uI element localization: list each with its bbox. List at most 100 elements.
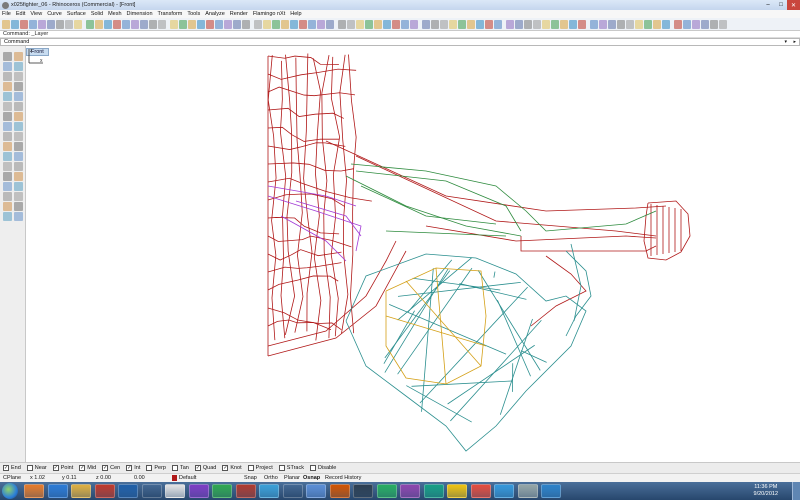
minimize-button[interactable]: – [762, 0, 774, 10]
osnap-checkbox[interactable]: ✓ [222, 465, 229, 471]
osnap-checkbox[interactable] [26, 465, 33, 471]
menu-analyze[interactable]: Analyze [205, 11, 225, 17]
taskbar-app-icon[interactable] [235, 484, 256, 498]
show-desktop-button[interactable] [792, 482, 800, 500]
osnap-point[interactable]: ✓ Point [52, 465, 73, 471]
taskbar-app-icon[interactable] [118, 484, 138, 498]
toolbar-button-icon[interactable] [599, 19, 607, 29]
toolbar-button-icon[interactable] [347, 19, 355, 29]
toolbar-button-icon[interactable] [701, 19, 709, 29]
osnap-checkbox[interactable] [146, 465, 153, 471]
osnap-checkbox[interactable]: ✓ [102, 465, 109, 471]
toolbar-button-icon[interactable] [20, 19, 28, 29]
osnap-checkbox[interactable]: ✓ [3, 465, 9, 471]
toolbar-button-icon[interactable] [215, 19, 223, 29]
taskbar-app-icon[interactable] [470, 484, 491, 498]
toolbar-button-icon[interactable] [626, 19, 634, 29]
sidebar-tool-icon[interactable] [14, 142, 23, 151]
toolbar-button-icon[interactable] [338, 19, 346, 29]
sidebar-tool-icon[interactable] [14, 112, 23, 121]
osnap-strack[interactable]: STrack [278, 465, 304, 471]
toolbar-button-icon[interactable] [578, 19, 586, 29]
taskbar-app-icon[interactable] [447, 484, 467, 498]
toolbar-button-icon[interactable] [2, 19, 10, 29]
taskbar-app-icon[interactable] [353, 484, 373, 498]
rhino-app-icon[interactable] [2, 1, 9, 9]
toolbar-button-icon[interactable] [170, 19, 178, 29]
sidebar-tool-icon[interactable] [3, 182, 12, 191]
toolbar-button-icon[interactable] [254, 19, 262, 29]
toolbar-button-icon[interactable] [95, 19, 103, 29]
menu-mesh[interactable]: Mesh [108, 11, 121, 17]
taskbar-app-icon[interactable] [329, 484, 350, 498]
toolbar-button-icon[interactable] [326, 19, 334, 29]
toolbar-button-icon[interactable] [653, 19, 661, 29]
toolbar-button-icon[interactable] [272, 19, 280, 29]
sidebar-tool-icon[interactable] [3, 152, 12, 161]
menu-file[interactable]: File [2, 11, 11, 17]
osnap-checkbox[interactable] [247, 465, 254, 471]
taskbar-app-icon[interactable] [517, 484, 538, 498]
status-ortho-toggle[interactable]: Ortho [264, 475, 278, 481]
sidebar-tool-icon[interactable] [14, 92, 23, 101]
toolbar-button-icon[interactable] [569, 19, 577, 29]
toolbar-button-icon[interactable] [440, 19, 448, 29]
toolbar-button-icon[interactable] [113, 19, 121, 29]
toolbar-button-icon[interactable] [617, 19, 625, 29]
toolbar-button-icon[interactable] [263, 19, 271, 29]
taskbar-app-icon[interactable] [188, 484, 209, 498]
toolbar-button-icon[interactable] [401, 19, 409, 29]
sidebar-tool-icon[interactable] [14, 172, 23, 181]
menu-flamingo[interactable]: Flamingo nXt [253, 11, 285, 17]
taskbar-app-icon[interactable] [212, 484, 232, 498]
sidebar-tool-icon[interactable] [14, 122, 23, 131]
menu-help[interactable]: Help [290, 11, 301, 17]
toolbar-button-icon[interactable] [590, 19, 598, 29]
menu-render[interactable]: Render [230, 11, 248, 17]
osnap-mid[interactable]: ✓ Mid [79, 465, 96, 471]
taskbar-app-icon[interactable] [400, 484, 420, 498]
toolbar-button-icon[interactable] [422, 19, 430, 29]
menu-view[interactable]: View [30, 11, 42, 17]
sidebar-tool-icon[interactable] [14, 212, 23, 221]
taskbar-app-icon[interactable] [282, 484, 303, 498]
sidebar-tool-icon[interactable] [14, 52, 23, 61]
toolbar-button-icon[interactable] [104, 19, 112, 29]
menu-dimension[interactable]: Dimension [127, 11, 153, 17]
status-osnap-toggle[interactable]: Osnap [303, 475, 320, 481]
sidebar-tool-icon[interactable] [14, 202, 23, 211]
toolbar-button-icon[interactable] [383, 19, 391, 29]
toolbar-button-icon[interactable] [710, 19, 718, 29]
osnap-cen[interactable]: ✓ Cen [102, 465, 120, 471]
sidebar-tool-icon[interactable] [14, 102, 23, 111]
taskbar-app-icon[interactable] [259, 484, 279, 498]
taskbar-app-icon[interactable] [94, 484, 115, 498]
toolbar-button-icon[interactable] [533, 19, 541, 29]
toolbar-button-icon[interactable] [179, 19, 187, 29]
toolbar-button-icon[interactable] [281, 19, 289, 29]
osnap-checkbox[interactable] [310, 465, 316, 471]
taskbar-app-icon[interactable] [165, 484, 185, 498]
toolbar-button-icon[interactable] [524, 19, 532, 29]
menu-tools[interactable]: Tools [187, 11, 200, 17]
toolbar-button-icon[interactable] [149, 19, 157, 29]
sidebar-tool-icon[interactable] [3, 132, 12, 141]
toolbar-button-icon[interactable] [608, 19, 616, 29]
sidebar-tool-icon[interactable] [14, 162, 23, 171]
toolbar-button-icon[interactable] [515, 19, 523, 29]
sidebar-tool-icon[interactable] [3, 112, 12, 121]
command-dropdown-icon[interactable]: ▾ [784, 39, 787, 46]
sidebar-tool-icon[interactable] [14, 82, 23, 91]
sidebar-tool-icon[interactable] [14, 192, 23, 201]
taskbar-app-icon[interactable] [141, 484, 162, 498]
toolbar-button-icon[interactable] [458, 19, 466, 29]
osnap-checkbox[interactable]: ✓ [79, 465, 86, 471]
toolbar-button-icon[interactable] [485, 19, 493, 29]
toolbar-button-icon[interactable] [467, 19, 475, 29]
taskbar-app-icon[interactable] [71, 484, 91, 498]
taskbar-app-icon[interactable] [306, 484, 326, 498]
sidebar-tool-icon[interactable] [3, 122, 12, 131]
toolbar-button-icon[interactable] [542, 19, 550, 29]
menu-transform[interactable]: Transform [158, 11, 183, 17]
taskbar-app-icon[interactable] [376, 484, 397, 498]
